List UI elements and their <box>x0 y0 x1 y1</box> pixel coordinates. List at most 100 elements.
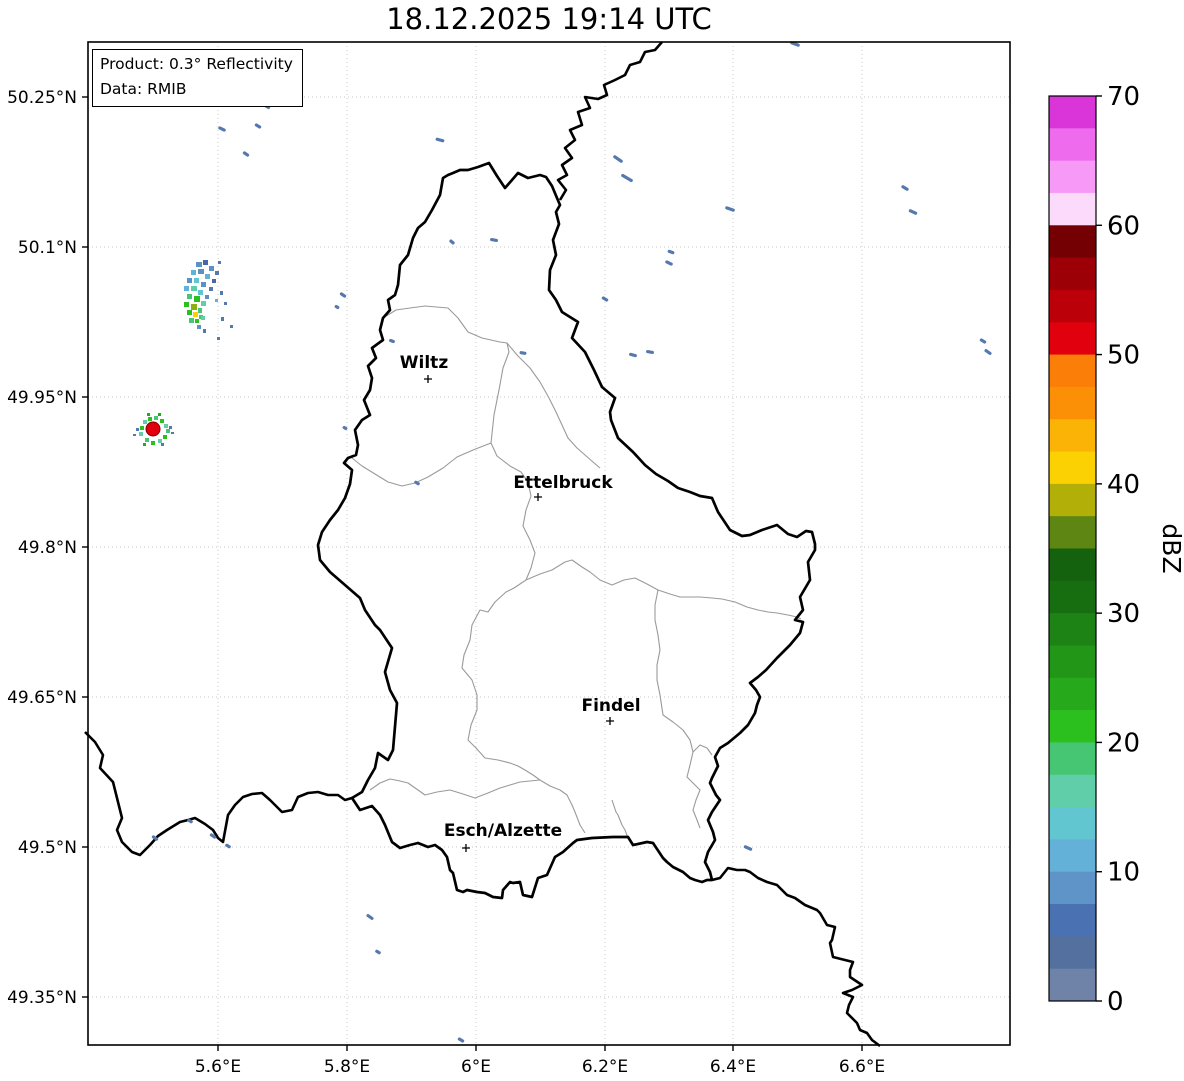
colorbar-tick-label: 40 <box>1107 470 1140 500</box>
y-axis-tick-label: 49.95°N <box>7 388 77 408</box>
colorbar-segment <box>1049 386 1096 420</box>
echo-pixel <box>205 295 209 299</box>
colorbar-segment <box>1049 483 1096 517</box>
canton-border <box>369 778 541 799</box>
echo-pixel <box>218 261 221 264</box>
site-echo-pixel <box>164 424 168 428</box>
site-echo-pixel <box>166 429 170 433</box>
clutter-speck <box>490 237 498 243</box>
colorbar-tick-label: 50 <box>1107 341 1140 371</box>
clutter-speck <box>254 123 262 129</box>
echo-pixel <box>215 299 218 302</box>
y-axis-tick-label: 50.1°N <box>18 238 77 258</box>
echo-pixel <box>193 312 198 317</box>
echo-pixel <box>201 316 205 320</box>
map-canvas: 5.6°E 5.8°E 6°E 6.2°E 6.4°E 6.6°E 50.25°N 50.1°… <box>7 41 1184 1077</box>
product-info-box: Product: 0.3° Reflectivity Data: RMIB <box>92 49 303 108</box>
echo-pixel <box>194 278 199 283</box>
site-echo-pixel <box>163 435 167 439</box>
clutter-speck <box>449 239 455 245</box>
colorbar-segment <box>1049 677 1096 711</box>
echo-pixel <box>184 286 189 291</box>
city-label-findel: Findel <box>581 696 640 716</box>
site-echo-pixel <box>139 432 143 436</box>
clutter-speck <box>908 209 918 215</box>
y-axis-tick-label: 49.35°N <box>7 988 77 1008</box>
echo-pixel <box>195 319 199 323</box>
echo-pixel <box>196 262 202 267</box>
city-label-wiltz: Wiltz <box>400 353 449 373</box>
echo-pixel <box>201 282 206 287</box>
city-label-esch-alzette: Esch/Alzette <box>444 821 562 841</box>
echo-pixel <box>194 296 200 302</box>
site-echo-pixel <box>169 426 172 429</box>
clutter-speck <box>457 1037 465 1043</box>
colorbar-tick-label: 60 <box>1107 211 1140 241</box>
data-source-line: Data: RMIB <box>100 80 187 99</box>
plot-frame <box>87 41 1011 1046</box>
city-label-ettelbruck: Ettelbruck <box>513 473 613 493</box>
colorbar-segment <box>1049 839 1096 873</box>
colorbar-segment <box>1049 96 1096 129</box>
echo-pixel <box>184 302 189 307</box>
clutter-speck <box>667 249 675 255</box>
city-marker-wiltz <box>424 375 432 383</box>
clutter-speck <box>665 260 673 266</box>
colorbar-segment <box>1049 807 1096 840</box>
clutter-speck <box>218 126 226 132</box>
canton-border <box>654 589 701 829</box>
colorbar-segment <box>1049 613 1096 646</box>
france-germany-border <box>711 866 881 1048</box>
clutter-speck <box>389 338 395 344</box>
site-echo-pixel <box>161 443 164 446</box>
colorbar-segment <box>1049 968 1096 1002</box>
clutter-speck <box>743 845 753 851</box>
echo-pixel <box>212 279 216 283</box>
radar-figure: 18.12.2025 19:14 UTC 5.6°E 5.8°E 6°E 6.2°E 6… <box>0 0 1184 1081</box>
colorbar-segment <box>1049 354 1096 388</box>
site-echo-pixel <box>147 413 150 416</box>
site-echo-pixel <box>133 434 136 436</box>
clutter-speck <box>435 137 445 143</box>
echo-pixel <box>230 325 233 328</box>
echo-pixel <box>203 260 208 265</box>
echo-pixel <box>203 329 206 333</box>
city-marker-esch-alzette <box>462 844 470 852</box>
clutter-speck <box>901 185 909 191</box>
site-echo-pixel <box>154 416 158 420</box>
city-marker-ettelbruck <box>534 493 542 501</box>
x-axis-tick-label: 6.4°E <box>710 1057 756 1077</box>
colorbar-tick-label: 30 <box>1107 599 1140 629</box>
luxembourg-border <box>316 161 817 900</box>
site-echo-pixel <box>160 419 164 423</box>
belgium-germany-border <box>556 41 663 201</box>
canton-border <box>490 442 536 581</box>
x-axis-tick-label: 5.8°E <box>324 1057 370 1077</box>
clutter-speck <box>242 151 250 157</box>
canton-border <box>382 305 510 444</box>
belgium-france-border <box>84 731 353 857</box>
site-echo-pixel <box>148 417 152 421</box>
colorbar-segment <box>1049 710 1096 743</box>
y-axis-tick-label: 49.65°N <box>7 688 77 708</box>
site-echo-pixel <box>158 413 161 416</box>
colorbar-segment <box>1049 128 1096 162</box>
colorbar-segment <box>1049 322 1096 356</box>
colorbar-tick-label: 70 <box>1107 82 1140 112</box>
colorbar-segment <box>1049 160 1096 194</box>
canton-border <box>351 442 492 487</box>
clutter-speck <box>646 349 654 355</box>
echo-pixel <box>209 287 213 291</box>
colorbar-segment <box>1049 192 1096 226</box>
site-echo-pixel <box>145 438 149 442</box>
clutter-speck <box>613 155 623 163</box>
colorbar-segment <box>1049 516 1096 549</box>
clutter-speck <box>334 304 340 310</box>
x-axis-tick-label: 6.2°E <box>582 1057 628 1077</box>
colorbar-tick-label: 20 <box>1107 728 1140 758</box>
echo-pixel <box>189 318 194 323</box>
clutter-speck <box>601 296 609 302</box>
clutter-speck <box>984 349 992 355</box>
y-axis-tick-label: 50.25°N <box>7 88 77 108</box>
colorbar-segment <box>1049 580 1096 614</box>
